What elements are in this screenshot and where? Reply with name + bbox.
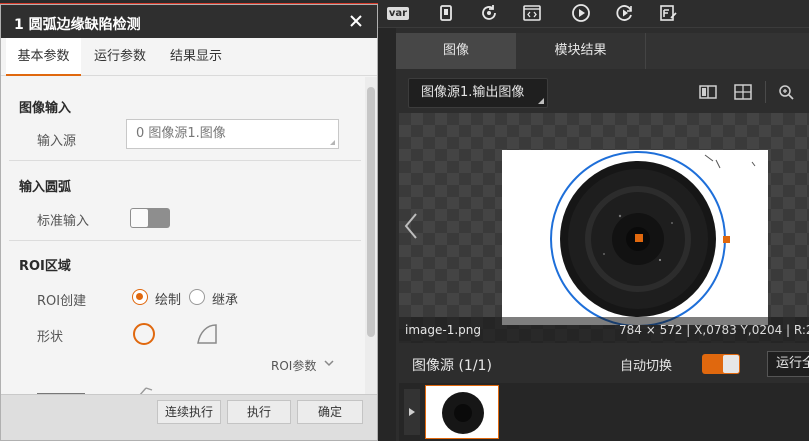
previous-image-icon[interactable] [401,211,421,241]
input-source-select[interactable]: 0 图像源1.图像 [126,119,339,149]
loop-run-icon[interactable] [613,2,637,24]
run-all-button[interactable]: 运行全 [767,351,809,377]
tab-module-result[interactable]: 模块结果 [516,33,646,69]
code-icon[interactable] [520,2,544,24]
image-bar: 图像源1.输出图像 [396,69,809,113]
image-source-select[interactable]: 图像源1.输出图像 [408,78,548,108]
scroll-thumb[interactable] [367,87,375,337]
radio-draw-label[interactable]: 绘制 [155,289,181,308]
dialog-title: 1 圆弧边缘缺陷检测 [14,17,141,33]
refresh-icon[interactable] [477,2,501,24]
image-source-bar: 图像源 (1/1) 自动切换 运行全 [399,343,809,383]
radius-handle[interactable] [723,236,730,243]
radio-inherit-label[interactable]: 继承 [212,289,238,308]
device-icon[interactable] [434,2,458,24]
dropdown-corner-icon [538,98,544,104]
source-image [502,150,768,327]
center-handle[interactable] [635,234,643,242]
section-divider [9,240,361,241]
toolbar-separator [765,81,766,103]
std-input-toggle[interactable] [130,208,170,228]
auto-switch-label: 自动切换 [620,359,673,374]
grid-view-icon[interactable] [734,84,752,100]
dialog-tabs: 基本参数 运行参数 结果显示 [1,38,377,76]
dropdown-corner-icon [330,140,335,145]
toggle-knob [723,355,739,373]
chevron-down-icon[interactable] [324,359,334,367]
image-filename: image-1.png [405,323,481,337]
tab-result-display[interactable]: 结果显示 [159,38,233,76]
dialog-content: 图像输入 输入源 0 图像源1.图像 输入圆弧 标准输入 ROI区域 ROI创建… [1,77,363,395]
dialog-scrollbar[interactable] [365,77,377,395]
split-view-icon[interactable] [699,84,717,100]
image-info-bar: image-1.png 784 × 572 | X,0783 Y,0204 | … [399,317,809,343]
thumbnail-graphic [442,392,484,434]
play-icon[interactable] [569,2,593,24]
arc-shape-icon[interactable] [196,322,220,346]
std-input-label: 标准输入 [37,214,90,229]
image-source-select-value: 图像源1.输出图像 [421,85,525,100]
auto-switch-toggle[interactable] [702,354,740,374]
close-icon[interactable] [348,13,364,29]
input-source-value: 0 图像源1.图像 [136,126,226,141]
shape-label: 形状 [37,330,64,345]
dialog-footer: 连续执行 执行 确定 [1,394,377,440]
main-toolbar: var [378,0,809,28]
radio-draw[interactable] [132,289,148,305]
tab-run-params[interactable]: 运行参数 [85,38,155,76]
expand-thumbs-icon[interactable] [404,389,420,435]
roi-params-label[interactable]: ROI参数 [271,357,316,374]
function-edit-icon[interactable] [656,2,680,24]
viewer-tabbar: 图像 模块结果 [396,33,809,69]
continuous-execute-button[interactable]: 连续执行 [157,400,221,424]
zoom-in-icon[interactable] [778,84,796,100]
thumbnail-image-1[interactable] [425,385,499,439]
section-arc-input: 输入圆弧 [19,180,72,195]
var-icon[interactable]: var [386,2,410,24]
toggle-knob [131,209,148,227]
image-coords: 784 × 572 | X,0783 Y,0204 | R:2 [619,323,809,337]
circle-shape-icon[interactable] [132,322,156,346]
dialog-title-bar[interactable]: 1 圆弧边缘缺陷检测 [1,5,377,38]
roi-create-label: ROI创建 [37,294,87,309]
dock-splitter[interactable] [378,28,396,441]
section-image-input: 图像输入 [19,101,72,116]
execute-button[interactable]: 执行 [227,400,291,424]
image-source-count: 图像源 (1/1) [412,358,492,374]
thumbnail-strip [399,383,809,441]
section-roi: ROI区域 [19,259,71,274]
parameter-dialog: 1 圆弧边缘缺陷检测 基本参数 运行参数 结果显示 图像输入 输入源 0 图像源… [0,4,378,441]
section-divider [9,160,361,161]
tab-image[interactable]: 图像 [396,33,516,69]
radio-inherit[interactable] [189,289,205,305]
tab-basic-params[interactable]: 基本参数 [6,38,81,76]
input-source-label: 输入源 [37,134,77,149]
image-viewer[interactable]: image-1.png 784 × 572 | X,0783 Y,0204 | … [399,113,809,343]
confirm-button[interactable]: 确定 [297,400,363,424]
